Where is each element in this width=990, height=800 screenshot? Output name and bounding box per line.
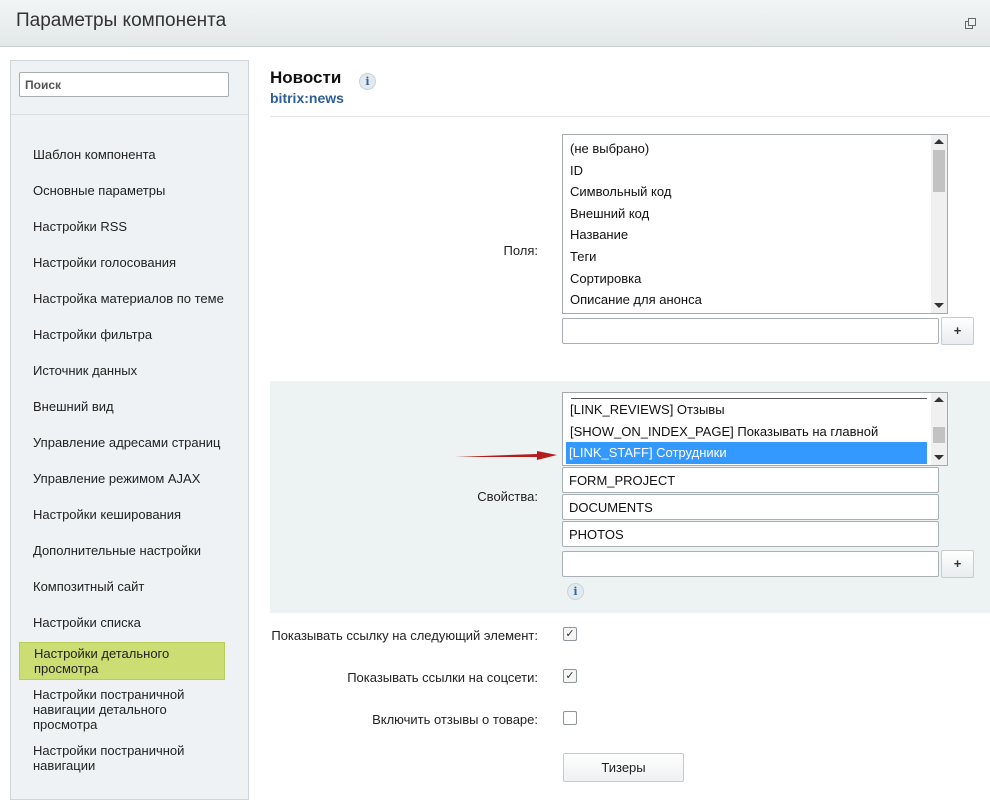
search-input[interactable] xyxy=(19,72,229,97)
window-title: Параметры компонента xyxy=(16,10,227,31)
sidebar-item-rss[interactable]: Настройки RSS xyxy=(33,219,233,234)
properties-add-button[interactable]: + xyxy=(941,550,974,578)
annotation-arrow-icon xyxy=(455,451,557,460)
scrollbar-thumb[interactable] xyxy=(933,427,945,443)
sidebar-item-cache[interactable]: Настройки кеширования xyxy=(33,507,233,522)
sidebar-item-additional[interactable]: Дополнительные настройки xyxy=(33,543,233,558)
sidebar-item-data-source[interactable]: Источник данных xyxy=(33,363,233,378)
properties-label: Свойства: xyxy=(477,489,538,504)
fields-listbox[interactable]: (не выбрано) ID Символьный код Внешний к… xyxy=(562,134,948,314)
list-item[interactable]: (не выбрано) xyxy=(563,138,947,160)
list-item-selected[interactable]: [LINK_STAFF] Сотрудники xyxy=(566,442,927,464)
sidebar-item-detail-pagination[interactable]: Настройки постраничной навигации детальн… xyxy=(33,687,233,732)
list-item[interactable]: Внешний код xyxy=(563,203,947,225)
list-item[interactable]: Теги xyxy=(563,246,947,268)
fields-new-input[interactable] xyxy=(562,318,939,344)
teasers-button[interactable]: Тизеры xyxy=(563,753,684,782)
sidebar-item-detail-view[interactable]: Настройки детального просмотра xyxy=(19,642,225,680)
sidebar-item-pagination[interactable]: Настройки постраничной навигации xyxy=(33,743,233,773)
sidebar-item-list[interactable]: Настройки списка xyxy=(33,615,233,630)
sidebar-item-appearance[interactable]: Внешний вид xyxy=(33,399,233,414)
property-input[interactable] xyxy=(562,521,939,547)
list-item[interactable]: [LINK_REVIEWS] Отзывы xyxy=(563,399,947,421)
property-input[interactable] xyxy=(562,467,939,493)
sidebar: Шаблон компонента Основные параметры Нас… xyxy=(10,60,249,800)
sidebar-item-main-params[interactable]: Основные параметры xyxy=(33,183,233,198)
scroll-up-icon[interactable] xyxy=(934,397,944,402)
show-social-links-label: Показывать ссылки на соцсети: xyxy=(347,670,538,685)
component-title: Новости xyxy=(270,68,342,87)
component-code: bitrix:news xyxy=(270,90,344,106)
enable-reviews-checkbox[interactable] xyxy=(563,711,577,725)
sidebar-item-template[interactable]: Шаблон компонента xyxy=(33,147,233,162)
fields-label: Поля: xyxy=(503,243,538,258)
divider xyxy=(270,116,990,117)
sidebar-item-url-management[interactable]: Управление адресами страниц xyxy=(33,435,233,450)
list-item[interactable]: ID xyxy=(563,160,947,182)
list-item[interactable]: Символьный код xyxy=(563,181,947,203)
property-input[interactable] xyxy=(562,494,939,520)
scrollbar-thumb[interactable] xyxy=(933,150,945,192)
divider xyxy=(11,114,248,115)
title-bar: Параметры компонента xyxy=(0,0,990,47)
show-next-link-label: Показывать ссылку на следующий элемент: xyxy=(271,628,538,643)
enable-reviews-label: Включить отзывы о товаре: xyxy=(372,712,538,727)
info-icon[interactable]: i xyxy=(359,73,376,90)
properties-listbox[interactable]: [LINK_REVIEWS] Отзывы [SHOW_ON_INDEX_PAG… xyxy=(562,392,948,466)
sidebar-item-ajax[interactable]: Управление режимом AJAX xyxy=(33,471,233,486)
info-icon[interactable]: i xyxy=(567,583,584,600)
list-item[interactable]: Описание для анонса xyxy=(563,289,947,311)
show-social-links-checkbox[interactable]: ✓ xyxy=(563,669,577,683)
sidebar-item-composite[interactable]: Композитный сайт xyxy=(33,579,233,594)
scrollbar[interactable] xyxy=(931,393,947,465)
restore-window-icon[interactable] xyxy=(965,18,976,29)
scroll-down-icon[interactable] xyxy=(934,303,944,308)
fields-add-button[interactable]: + xyxy=(941,317,974,345)
list-item[interactable]: [SHOW_ON_INDEX_PAGE] Показывать на главн… xyxy=(563,421,947,443)
list-item[interactable]: Название xyxy=(563,224,947,246)
scroll-down-icon[interactable] xyxy=(934,455,944,460)
list-item[interactable]: Сортировка xyxy=(563,268,947,290)
scrollbar[interactable] xyxy=(931,135,947,313)
property-new-input[interactable] xyxy=(562,551,939,577)
scroll-up-icon[interactable] xyxy=(934,139,944,144)
sidebar-item-related[interactable]: Настройка материалов по теме xyxy=(33,291,233,306)
sidebar-item-voting[interactable]: Настройки голосования xyxy=(33,255,233,270)
show-next-link-checkbox[interactable]: ✓ xyxy=(563,627,577,641)
sidebar-item-filter[interactable]: Настройки фильтра xyxy=(33,327,233,342)
